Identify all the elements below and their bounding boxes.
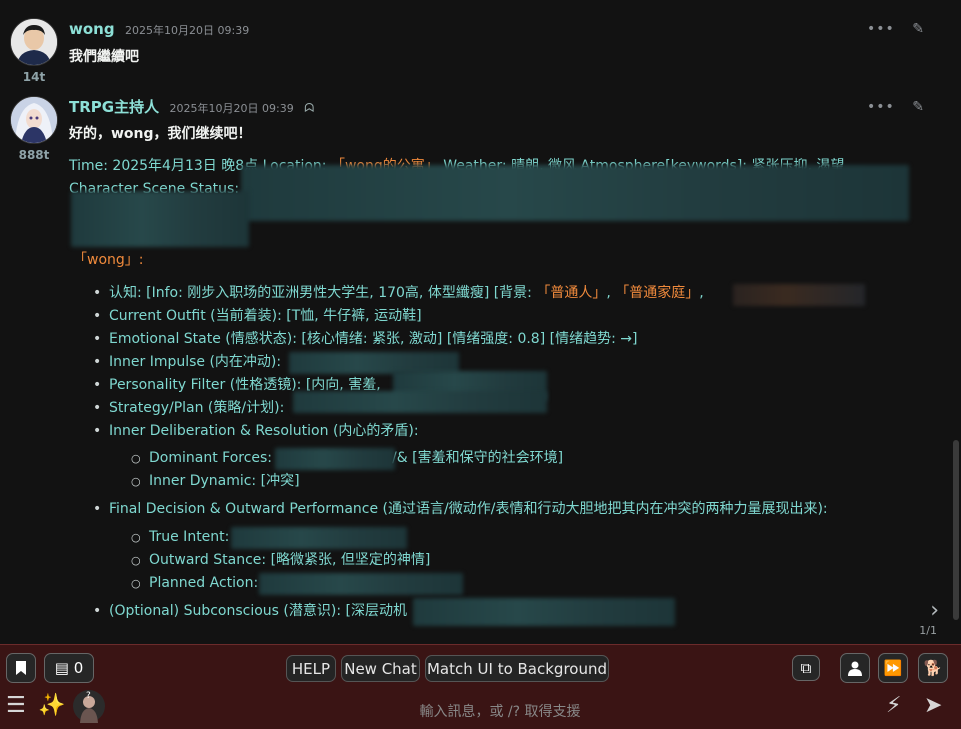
redacted-block: [293, 391, 547, 413]
sender-name: wong: [69, 20, 115, 38]
user-icon[interactable]: [840, 653, 870, 683]
bookmark-icon[interactable]: [6, 653, 36, 683]
more-options-icon[interactable]: •••: [867, 96, 895, 118]
list-item: Strategy/Plan (策略/计划):: [69, 391, 925, 420]
match-ui-button[interactable]: Match UI to Background: [425, 655, 609, 682]
redacted-block: [413, 598, 675, 626]
redacted-block: [259, 573, 463, 595]
section-title: 「wong」:: [73, 252, 144, 268]
message-tools: ••• ✎: [855, 96, 925, 118]
ghost-icon: ᗣ: [304, 101, 315, 115]
quick-reply-icon[interactable]: ⚡: [886, 693, 901, 718]
list-item: 认知: [Info: 刚步入职场的亚洲男性大学生, 170高, 体型纖瘦] [背…: [69, 282, 925, 306]
list-item: (Optional) Subconscious (潜意识): [深层动机: [69, 598, 925, 626]
chat-log: 14t wong 2025年10月20日 09:39 ••• ✎ 我們繼續吧 8…: [0, 0, 961, 644]
token-count: 888t: [18, 148, 50, 162]
list-item: True Intent:: [69, 526, 925, 549]
message-header: TRPG主持人 2025年10月20日 09:39 ᗣ ••• ✎: [69, 96, 925, 118]
timestamp: 2025年10月20日 09:39: [169, 102, 294, 115]
menu-icon[interactable]: ☰: [6, 693, 26, 718]
world-info-button[interactable]: ▤ 0: [44, 653, 94, 683]
redacted-block: [275, 448, 395, 470]
new-chat-button[interactable]: New Chat: [341, 655, 420, 682]
world-info-count: 0: [73, 659, 84, 677]
message-tools: ••• ✎: [855, 18, 925, 40]
edit-pencil-icon[interactable]: ✎: [912, 96, 925, 118]
magic-wand-icon[interactable]: ✨: [38, 693, 65, 718]
send-icon[interactable]: ➤: [924, 693, 942, 718]
sub-list: True Intent: Outward Stance: [略微紧张, 但坚定的…: [69, 526, 925, 595]
redacted-block: [231, 527, 407, 549]
list-item: Inner Deliberation & Resolution (内心的矛盾):: [69, 420, 925, 443]
message-text: 我們繼續吧: [69, 49, 139, 65]
avatar[interactable]: [10, 18, 58, 66]
swipe-counter: 1/1: [919, 624, 937, 637]
message-input[interactable]: 輸入訊息，或 /? 取得支援: [120, 699, 880, 725]
redacted-block: [71, 191, 249, 247]
fast-forward-icon[interactable]: ⏩: [878, 653, 908, 683]
list-item: Dominant Forces:/& [害羞和保守的社会环境]: [69, 447, 925, 470]
list-item: Final Decision & Outward Performance (通过…: [69, 498, 925, 521]
dog-icon[interactable]: 🐕: [918, 653, 948, 683]
more-options-icon[interactable]: •••: [867, 18, 895, 40]
list-item: Inner Dynamic: [冲突]: [69, 470, 925, 493]
svg-text:?: ?: [86, 691, 91, 701]
sender-name: TRPG主持人: [69, 98, 160, 116]
token-count: 14t: [22, 70, 46, 84]
list-item: Emotional State (情感状态): [核心情绪: 紧张, 激动] […: [69, 328, 925, 351]
message-body: wong 2025年10月20日 09:39 ••• ✎ 我們繼續吧: [69, 18, 925, 68]
swipe-right-icon[interactable]: ›: [930, 598, 939, 623]
bottom-bar: ▤ 0 HELP New Chat Match UI to Background…: [0, 644, 961, 729]
redacted-block: [733, 284, 865, 306]
edit-pencil-icon[interactable]: ✎: [912, 18, 925, 40]
book-icon: ▤: [54, 659, 69, 677]
sub-list: Dominant Forces:/& [害羞和保守的社会环境] Inner Dy…: [69, 447, 925, 493]
status-list: 认知: [Info: 刚步入职场的亚洲男性大学生, 170高, 体型纖瘦] [背…: [69, 282, 925, 443]
avatar-column: 888t: [10, 96, 58, 162]
help-button[interactable]: HELP: [286, 655, 336, 682]
status-list: Final Decision & Outward Performance (通过…: [69, 498, 925, 521]
avatar-column: 14t: [10, 18, 58, 84]
persona-avatar[interactable]: ?: [72, 689, 106, 729]
message-header: wong 2025年10月20日 09:39 ••• ✎: [69, 18, 925, 40]
redacted-block: [241, 165, 909, 221]
list-item: Planned Action:: [69, 572, 925, 595]
avatar[interactable]: [10, 96, 58, 144]
scrollbar[interactable]: [953, 440, 959, 620]
message-greeting: 好的，wong，我们继续吧！: [69, 126, 252, 142]
scene-header: Time: 2025年4月13日 晚8点 Location: 「wong的公寓」…: [69, 155, 925, 247]
list-item: Current Outfit (当前着装): [T恤, 牛仔裤, 运动鞋]: [69, 305, 925, 328]
message-body: TRPG主持人 2025年10月20日 09:39 ᗣ ••• ✎ 好的，won…: [69, 96, 925, 626]
copy-icon[interactable]: ⧉: [792, 655, 820, 681]
list-item: Outward Stance: [略微紧张, 但坚定的神情]: [69, 549, 925, 572]
timestamp: 2025年10月20日 09:39: [125, 24, 250, 37]
status-list: (Optional) Subconscious (潜意识): [深层动机: [69, 598, 925, 626]
